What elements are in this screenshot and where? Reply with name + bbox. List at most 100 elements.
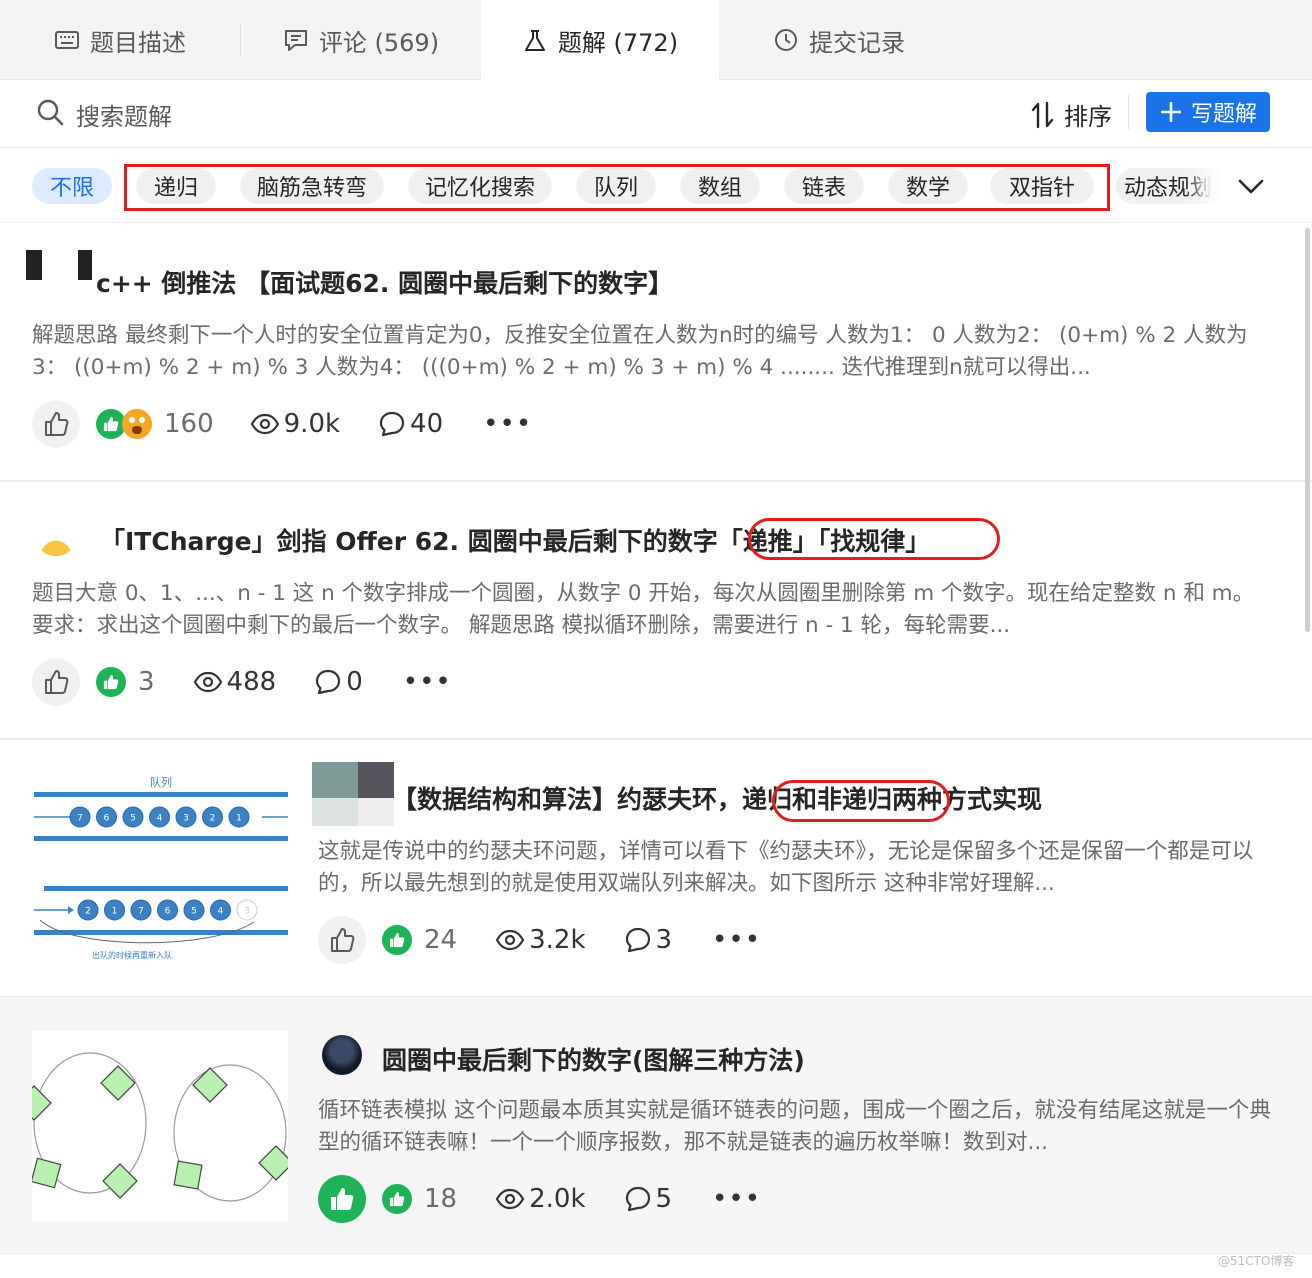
queue-node-label: 3 [183,814,189,824]
sort-label: 排序 [1064,103,1112,131]
comment-count[interactable]: 40 [378,409,443,439]
tab-description[interactable]: 题目描述 [0,0,240,80]
solution-card[interactable]: c++ 倒推法 【面试题62. 圆圈中最后剩下的数字】 解题思路 最终剩下一个人… [0,224,1312,480]
solution-thumbnail[interactable] [32,1031,288,1221]
search-icon[interactable] [36,98,64,126]
thumbs-up-icon [331,928,355,952]
queue-node-label: 2 [210,814,216,824]
comment-icon [284,30,307,51]
solution-title[interactable]: c++ 倒推法 【面试题62. 圆圈中最后剩下的数字】 [96,264,673,300]
keyboard-icon [55,31,79,49]
comment-count-value: 3 [655,925,673,955]
solution-card[interactable]: 队列 7654321 2176543 出队的时候再重新入队 【数据结构和算法】约… [0,740,1312,996]
solution-thumbnail[interactable]: 队列 7 6 5 4 3 2 1 2 1 7 6 5 4 3 出队的时候再重新入队 [32,770,288,966]
solution-title[interactable]: 圆圈中最后剩下的数字(图解三种方法) [382,1041,805,1077]
solution-summary: 这就是传说中的约瑟夫环问题，详情可以看下《约瑟夫环》，无论是保留多个还是保留一个… [318,839,1254,896]
solution-stats: 24 3.2k 3 ••• [318,916,761,964]
reaction-like-icon [382,1184,412,1214]
comment-count-value: 0 [346,667,363,697]
more-options-icon[interactable]: ••• [712,925,761,955]
tab-bar: 题目描述 评论 (569) 题解 (772) 提交记录 [0,0,1312,81]
tag-filter-bar: 不限 递归 脑筋急转弯 记忆化搜索 队列 数组 链表 数学 双指针 动态规划 [0,148,1312,223]
eye-icon [495,1188,525,1210]
queue-node-label: 5 [191,907,197,917]
reaction-count: 24 [424,925,458,955]
solution-stats: 3 488 0 ••• [32,658,452,706]
toolbar-divider [1128,94,1129,130]
like-button[interactable] [32,658,80,706]
chevron-down-icon[interactable] [1236,172,1266,200]
queue-node-label: 7 [77,814,83,824]
write-solution-button[interactable]: 写题解 [1146,92,1270,132]
queue-node-label: 4 [218,907,224,917]
more-options-icon[interactable]: ••• [712,1184,761,1214]
thumb-title: 队列 [150,775,172,789]
clock-icon [775,29,797,51]
tag-dynamic-programming[interactable]: 动态规划 [1116,168,1226,204]
thumbs-up-icon [45,670,69,694]
comment-count[interactable]: 3 [624,925,673,955]
eye-icon [495,929,525,951]
tag-all[interactable]: 不限 [32,168,112,204]
view-count: 2.0k [495,1184,586,1214]
search-input[interactable]: 搜索题解 [76,97,172,132]
sort-icon [1031,101,1054,128]
avatar [312,762,394,826]
queue-node-label: 5 [130,814,136,824]
comment-bubble-icon [379,411,405,437]
queue-node-label: 7 [138,907,144,917]
highlight-oval [748,518,1000,560]
watermark: @51CTO博客 [1218,1254,1295,1268]
like-button[interactable] [318,1175,366,1223]
tag-label: 动态规划 [1124,176,1213,201]
view-count: 488 [193,667,276,697]
more-options-icon[interactable]: ••• [483,409,532,439]
comment-count-value: 40 [410,409,444,439]
comment-count-value: 5 [655,1184,673,1214]
view-count: 3.2k [495,925,586,955]
reaction-count: 160 [164,409,214,439]
thumbs-up-icon [331,1188,354,1210]
scrollbar[interactable] [1305,228,1310,632]
reaction-wow-icon [122,409,152,439]
comment-bubble-icon [625,1186,650,1212]
queue-node-label: 4 [157,814,163,824]
solution-summary: 解题思路 最终剩下一个人时的安全位置肯定为0，反推安全位置在人数为n时的编号 人… [32,323,1248,380]
search-toolbar: 搜索题解 排序 写题解 [0,80,1312,148]
view-count-value: 3.2k [529,925,586,955]
solution-card[interactable]: 圆圈中最后剩下的数字(图解三种方法) 循环链表模拟 这个问题最本质其实就是循环链… [0,996,1312,1254]
like-button[interactable] [318,916,366,964]
more-options-icon[interactable]: ••• [403,667,452,697]
tab-label: 题目描述 [90,28,186,57]
circular-list-diagram [32,1052,288,1202]
avatar [322,1035,362,1075]
tab-submissions[interactable]: 提交记录 [719,0,959,80]
highlight-box [124,164,1110,211]
view-count: 9.0k [250,409,340,439]
queue-node-label: 1 [236,814,242,824]
solution-summary: 循环链表模拟 这个问题最本质其实就是循环链表的问题，围成一个圈之后，就没有结尾这… [318,1098,1271,1155]
view-count-value: 2.0k [529,1184,586,1214]
thumbs-up-icon [45,412,69,436]
avatar [22,248,94,304]
queue-node-label: 2 [85,907,91,917]
comment-count[interactable]: 5 [624,1184,673,1214]
queue-node-label: 3 [244,907,250,917]
view-count-value: 9.0k [283,409,341,439]
solution-card[interactable]: 「ITCharge」剑指 Offer 62. 圆圈中最后剩下的数字「递推」「找规… [0,482,1312,738]
comment-bubble-icon [625,927,650,953]
reaction-like-icon [382,925,412,955]
tab-solutions[interactable]: 题解 (772) [481,0,719,81]
like-button[interactable] [32,400,80,448]
tab-comments[interactable]: 评论 (569) [241,0,481,80]
tab-label: 题解 (772) [557,29,679,57]
comment-count[interactable]: 0 [314,667,363,697]
tab-label: 提交记录 [809,28,905,57]
solution-summary: 题目大意 0、1、...、n - 1 这 n 个数字排成一个圆圈，从数字 0 开… [32,581,1255,638]
eye-icon [250,413,279,435]
solution-stats: 18 2.0k 5 ••• [318,1175,761,1223]
avatar [34,512,78,556]
plus-icon [1160,102,1181,122]
queue-node-label: 6 [165,907,171,917]
sort-button[interactable]: 排序 [1030,97,1112,132]
